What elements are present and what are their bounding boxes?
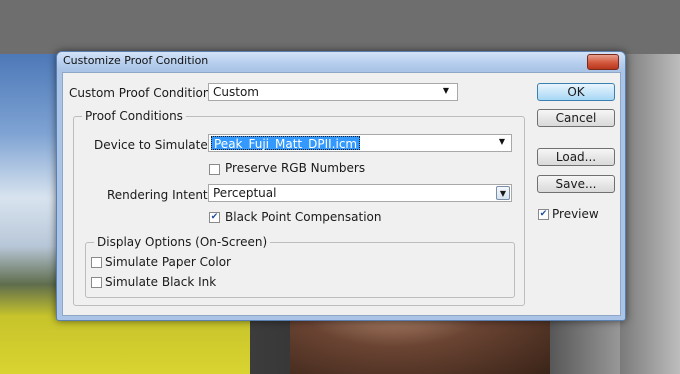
chevron-down-icon: ▼ <box>498 137 505 146</box>
black-point-label[interactable]: Black Point Compensation <box>225 210 382 224</box>
preserve-rgb-label[interactable]: Preserve RGB Numbers <box>225 161 365 175</box>
background-portrait-edge <box>620 54 680 374</box>
display-options-title: Display Options (On-Screen) <box>94 235 271 249</box>
dialog-title-bar[interactable]: Customize Proof Condition <box>57 52 625 70</box>
simulate-black-ink-checkbox[interactable] <box>91 277 102 288</box>
simulate-black-ink-label[interactable]: Simulate Black Ink <box>105 275 216 289</box>
device-to-simulate-dropdown[interactable]: Peak_Fuji_Matt_DPII.icm ▼ <box>208 134 512 152</box>
close-button[interactable] <box>587 54 619 70</box>
custom-condition-dropdown[interactable]: Custom ▼ <box>208 83 458 101</box>
dialog-client-area: Custom Proof Condition: Custom ▼ Proof C… <box>62 72 621 316</box>
preview-checkbox[interactable]: ✔ <box>538 209 549 220</box>
simulate-paper-color-checkbox[interactable] <box>91 257 102 268</box>
device-to-simulate-value: Peak_Fuji_Matt_DPII.icm <box>211 136 361 151</box>
cancel-button[interactable]: Cancel <box>537 109 615 127</box>
preserve-rgb-checkbox[interactable] <box>209 164 220 175</box>
custom-condition-label: Custom Proof Condition: <box>69 86 215 100</box>
black-point-checkbox[interactable]: ✔ <box>209 212 220 223</box>
background-toolbar-area <box>0 0 680 54</box>
preview-label[interactable]: Preview <box>552 207 599 221</box>
custom-condition-value: Custom <box>213 85 259 99</box>
chevron-down-icon[interactable]: ▼ <box>496 186 510 200</box>
load-button[interactable]: Load... <box>537 148 615 166</box>
chevron-down-icon: ▼ <box>442 86 449 95</box>
save-button[interactable]: Save... <box>537 175 615 193</box>
rendering-intent-label: Rendering Intent: <box>107 188 212 202</box>
proof-conditions-title: Proof Conditions <box>82 109 186 123</box>
device-to-simulate-label: Device to Simulate: <box>94 138 212 152</box>
rendering-intent-dropdown[interactable]: Perceptual ▼ <box>208 184 512 202</box>
rendering-intent-value: Perceptual <box>213 186 277 200</box>
customize-proof-dialog: Customize Proof Condition Custom Proof C… <box>56 51 626 321</box>
display-options-group: Display Options (On-Screen) <box>85 235 515 298</box>
simulate-paper-color-label[interactable]: Simulate Paper Color <box>105 255 231 269</box>
dialog-title: Customize Proof Condition <box>63 54 209 67</box>
ok-button[interactable]: OK <box>537 83 615 101</box>
